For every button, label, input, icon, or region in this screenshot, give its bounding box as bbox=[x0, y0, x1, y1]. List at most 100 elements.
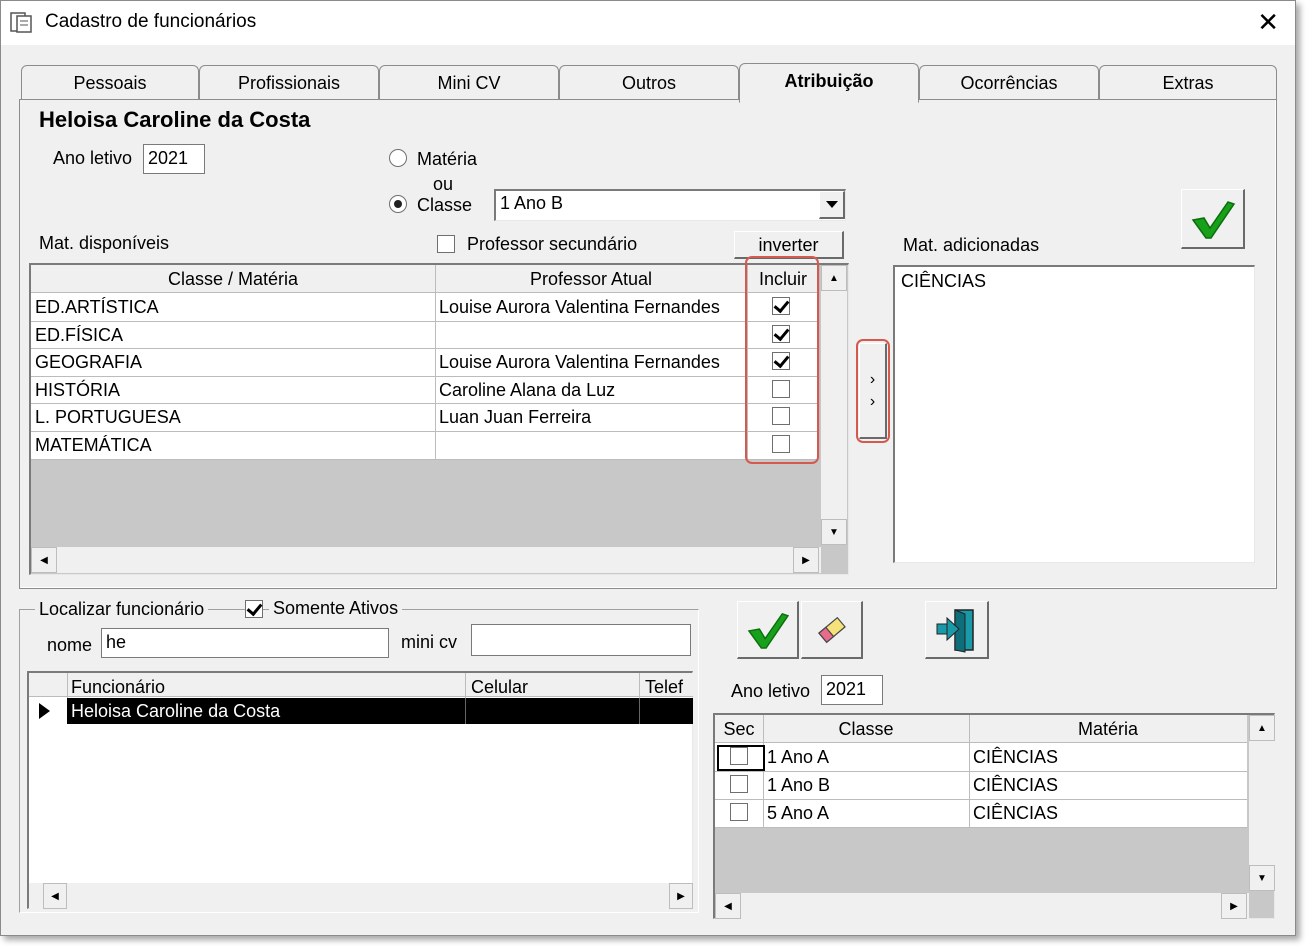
tab-atribuicao[interactable]: Atribuição bbox=[739, 63, 919, 103]
localizar-group-label: Localizar funcionário bbox=[35, 599, 209, 620]
tab-extras[interactable]: Extras bbox=[1099, 65, 1277, 101]
chevron-down-icon[interactable] bbox=[819, 191, 845, 219]
materia-cell[interactable]: CIÊNCIAS bbox=[973, 743, 1245, 771]
atribuicoes-vscrollbar[interactable]: ▲ ▼ bbox=[1249, 715, 1275, 891]
save-attribution-button[interactable] bbox=[737, 601, 799, 659]
professor-cell[interactable]: Louise Aurora Valentina Fernandes bbox=[439, 293, 745, 321]
tab-ocorrencias[interactable]: Ocorrências bbox=[919, 65, 1099, 101]
inverter-button[interactable]: inverter bbox=[734, 231, 844, 259]
tab-profissionais[interactable]: Profissionais bbox=[199, 65, 379, 101]
funcionario-cell: Heloisa Caroline da Costa bbox=[71, 701, 281, 721]
scroll-up-icon[interactable]: ▲ bbox=[821, 265, 847, 291]
classe-cell[interactable]: 1 Ano B bbox=[767, 771, 967, 799]
scroll-left-icon[interactable]: ◀ bbox=[31, 547, 57, 573]
funcionarios-hscrollbar[interactable]: ◀ ▶ bbox=[29, 883, 693, 909]
clear-button[interactable] bbox=[801, 601, 863, 659]
move-button-highlight bbox=[856, 339, 890, 443]
classe-dropdown[interactable]: 1 Ano B bbox=[494, 189, 846, 221]
scroll-right-icon[interactable]: ▶ bbox=[793, 547, 819, 573]
green-check-icon bbox=[1191, 200, 1235, 239]
grid-col-divider bbox=[465, 698, 466, 724]
radio-materia[interactable] bbox=[389, 149, 407, 167]
materias-hscrollbar[interactable]: ◀ ▶ bbox=[31, 547, 821, 573]
sec-checkbox[interactable] bbox=[730, 775, 748, 793]
exit-button[interactable] bbox=[925, 601, 989, 659]
grid-col-divider bbox=[435, 265, 436, 459]
grid-col-divider bbox=[819, 265, 820, 459]
scroll-up-icon[interactable]: ▲ bbox=[1249, 715, 1275, 741]
grid-col-divider bbox=[763, 715, 764, 827]
tab-mini-cv[interactable]: Mini CV bbox=[379, 65, 559, 101]
funcionarios-grid: Funcionário Celular Telef Heloisa Caroli… bbox=[27, 671, 693, 909]
incluir-highlight bbox=[745, 256, 819, 464]
ou-label: ou bbox=[433, 174, 454, 194]
tab-pessoais[interactable]: Pessoais bbox=[21, 65, 199, 101]
professor-secundario-checkbox[interactable] bbox=[437, 235, 455, 253]
materias-grid: Classe / Matéria Professor Atual Incluir… bbox=[29, 263, 849, 575]
header-celular[interactable]: Celular bbox=[471, 675, 528, 699]
atribuicoes-grid: Sec Classe Matéria 1 Ano A CIÊNCIAS 1 Ano … bbox=[713, 713, 1275, 919]
materia-cell[interactable]: GEOGRAFIA bbox=[35, 348, 433, 376]
title-bar: Cadastro de funcionários ✕ bbox=[1, 1, 1295, 45]
mat-disponiveis-label: Mat. disponíveis bbox=[39, 233, 170, 253]
scroll-right-icon[interactable]: ▶ bbox=[1221, 893, 1247, 919]
professor-cell[interactable]: Caroline Alana da Luz bbox=[439, 376, 745, 404]
scroll-left-icon[interactable]: ◀ bbox=[715, 893, 741, 919]
professor-cell[interactable]: Luan Juan Ferreira bbox=[439, 403, 745, 431]
eraser-icon bbox=[817, 616, 846, 643]
mat-adicionada-item[interactable]: CIÊNCIAS bbox=[901, 271, 986, 292]
header-classe[interactable]: Classe bbox=[763, 715, 969, 743]
scroll-left-icon[interactable]: ◀ bbox=[43, 883, 67, 909]
nome-input[interactable]: he bbox=[101, 628, 389, 658]
header-sec[interactable]: Sec bbox=[715, 715, 763, 743]
professor-cell[interactable] bbox=[439, 321, 745, 349]
table-row[interactable]: Heloisa Caroline da Costa bbox=[67, 698, 693, 724]
ano-letivo-label: Ano letivo bbox=[53, 148, 133, 168]
row-divider bbox=[715, 827, 1247, 828]
scroll-down-icon[interactable]: ▼ bbox=[1249, 865, 1275, 891]
materia-cell[interactable]: ED.ARTÍSTICA bbox=[35, 293, 433, 321]
scroll-right-icon[interactable]: ▶ bbox=[669, 883, 693, 909]
sec-checkbox[interactable] bbox=[730, 803, 748, 821]
scroll-down-icon[interactable]: ▼ bbox=[821, 519, 847, 545]
materia-cell[interactable]: HISTÓRIA bbox=[35, 376, 433, 404]
minicv-input[interactable] bbox=[471, 624, 691, 656]
professor-cell[interactable] bbox=[439, 431, 745, 459]
radio-classe[interactable] bbox=[389, 195, 407, 213]
nome-label: nome bbox=[47, 635, 93, 655]
classe-cell[interactable]: 5 Ano A bbox=[767, 799, 967, 827]
atribuicoes-hscrollbar[interactable]: ◀ ▶ bbox=[715, 893, 1249, 919]
radio-materia-label: Matéria bbox=[417, 149, 478, 169]
app-icon bbox=[10, 12, 32, 33]
materia-cell[interactable]: MATEMÁTICA bbox=[35, 431, 433, 459]
header-funcionario[interactable]: Funcionário bbox=[71, 675, 165, 699]
materias-vscrollbar[interactable]: ▲ ▼ bbox=[821, 265, 847, 545]
header-telefone[interactable]: Telef bbox=[645, 675, 691, 699]
header-classe-materia[interactable]: Classe / Matéria bbox=[31, 265, 435, 293]
classe-cell[interactable]: 1 Ano A bbox=[767, 743, 967, 771]
confirm-check-button[interactable] bbox=[1181, 189, 1245, 249]
ano-letivo-label-2: Ano letivo bbox=[731, 681, 811, 701]
employee-name: Heloisa Caroline da Costa bbox=[39, 107, 311, 132]
professor-cell[interactable]: Louise Aurora Valentina Fernandes bbox=[439, 348, 745, 376]
close-icon[interactable]: ✕ bbox=[1257, 7, 1279, 38]
classe-dropdown-value: 1 Ano B bbox=[500, 193, 564, 213]
materia-cell[interactable]: L. PORTUGUESA bbox=[35, 403, 433, 431]
ano-letivo-input[interactable]: 2021 bbox=[143, 144, 205, 174]
materia-cell[interactable]: CIÊNCIAS bbox=[973, 799, 1245, 827]
radio-classe-label: Classe bbox=[417, 195, 473, 215]
header-materia[interactable]: Matéria bbox=[969, 715, 1247, 743]
window-title: Cadastro de funcionários bbox=[45, 11, 257, 32]
materia-cell[interactable]: ED.FÍSICA bbox=[35, 321, 433, 349]
somente-ativos-checkbox[interactable] bbox=[245, 600, 263, 618]
header-professor-atual[interactable]: Professor Atual bbox=[435, 265, 747, 293]
tab-outros[interactable]: Outros bbox=[559, 65, 739, 101]
main-window: Cadastro de funcionários ✕ Pessoais Prof… bbox=[0, 0, 1296, 936]
grid-col-divider bbox=[969, 715, 970, 827]
professor-secundario-label: Professor secundário bbox=[467, 234, 638, 254]
materia-cell[interactable]: CIÊNCIAS bbox=[973, 771, 1245, 799]
mat-adicionadas-list[interactable]: CIÊNCIAS bbox=[893, 265, 1255, 563]
ano-letivo-input-2[interactable]: 2021 bbox=[821, 675, 883, 705]
green-check-icon bbox=[747, 612, 789, 649]
mat-adicionadas-label: Mat. adicionadas bbox=[903, 235, 1040, 255]
